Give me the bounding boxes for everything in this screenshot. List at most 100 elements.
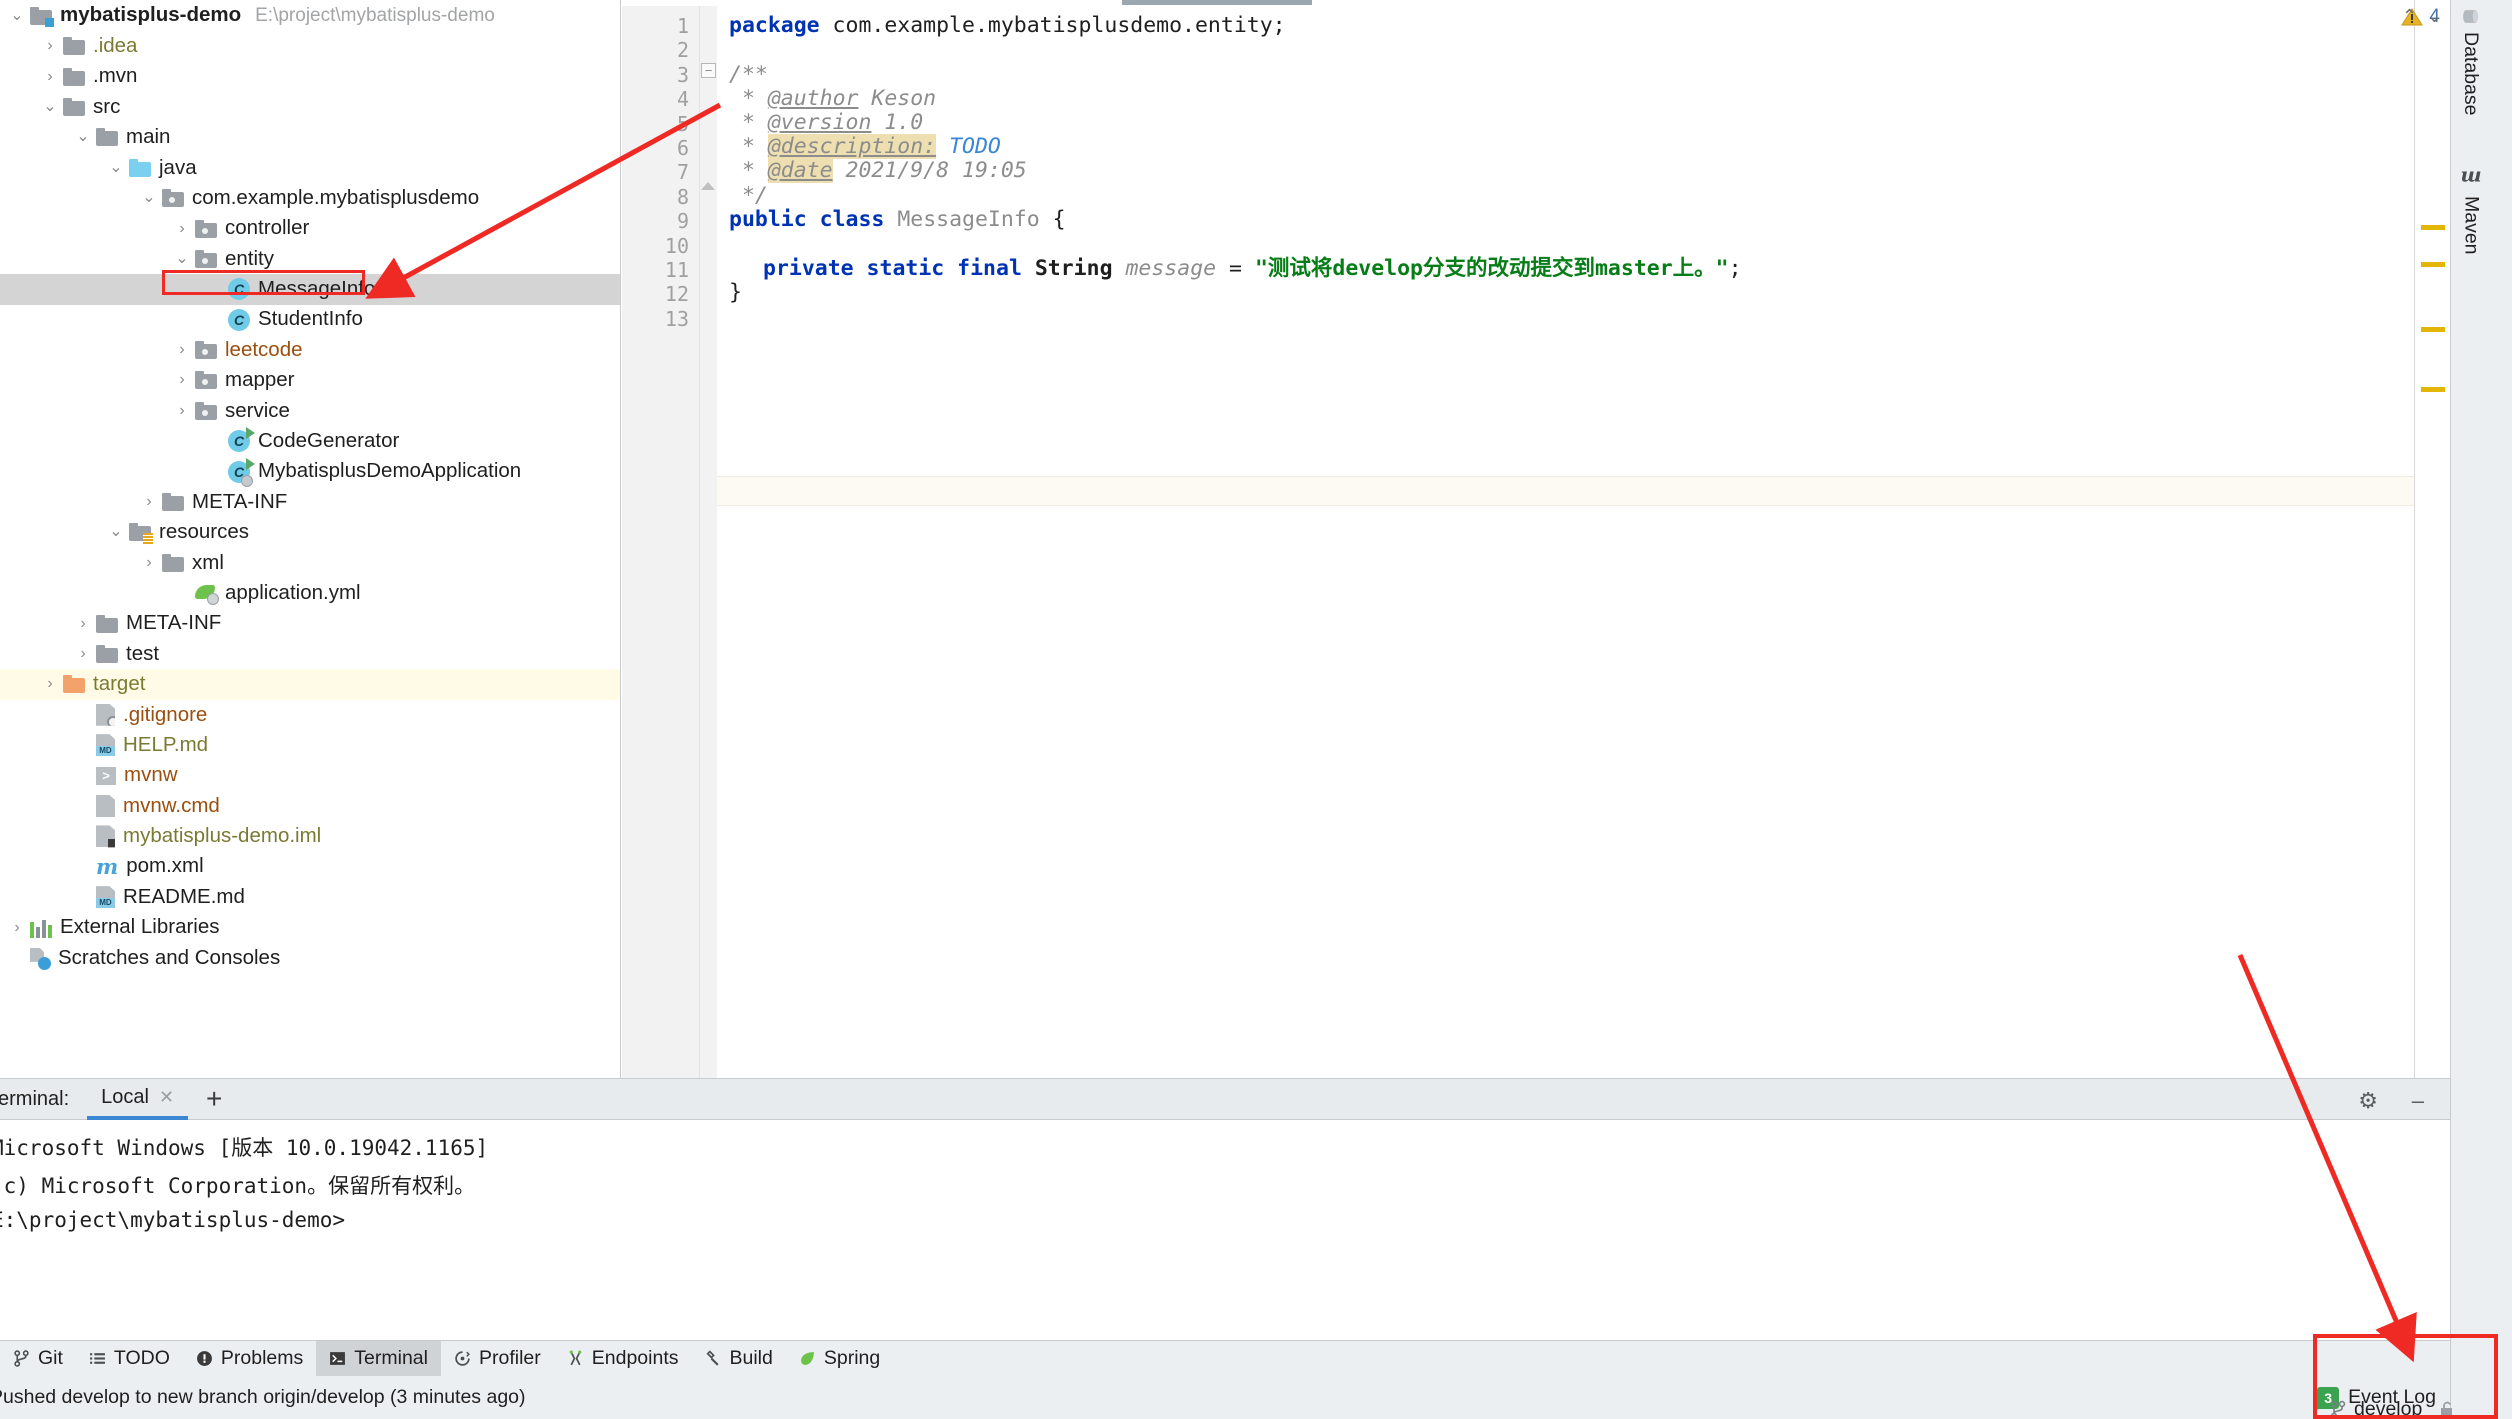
tree-item-application-yml[interactable]: application.yml [0,578,620,608]
editor-fold-column[interactable] [700,6,717,1078]
tool-window-button-problems[interactable]: Problems [183,1341,316,1377]
editor-marker-bar[interactable] [2414,0,2450,1078]
jdoc-star: * [729,110,768,135]
chevron-down-icon[interactable]: ⌄ [2427,6,2442,27]
chevron-down-icon[interactable]: ⌄ [37,98,63,115]
tree-item-test[interactable]: › test [0,639,620,669]
jdoc-star: * [729,158,768,183]
warning-marker[interactable] [2421,387,2445,392]
tree-item-src[interactable]: ⌄ src [0,92,620,122]
tree-item-mybatisplus-demo-iml[interactable]: mybatisplus-demo.iml [0,821,620,851]
spring-leaf-icon [799,1350,816,1367]
tree-item-studentinfo[interactable]: C StudentInfo [0,305,620,335]
tool-window-button-profiler[interactable]: Profiler [441,1341,554,1377]
fold-collapse-icon[interactable]: − [701,63,716,78]
warning-marker[interactable] [2421,225,2445,230]
editor-gutter[interactable]: 1 2 3 4 5 6 7 8 9 10 11 12 13 [622,6,700,1078]
tree-item-scratches-and-consoles[interactable]: Scratches and Consoles [0,943,620,973]
chevron-right-icon[interactable]: › [169,402,195,419]
chevron-down-icon[interactable]: ⌄ [103,159,129,176]
tree-item-label: META-INF [192,489,288,513]
code-text-area[interactable]: package com.example.mybatisplusdemo.enti… [717,6,2414,1078]
tree-item-mvnw[interactable]: > mvnw [0,760,620,790]
tree-item-messageinfo[interactable]: C MessageInfo [0,274,620,305]
gear-icon[interactable]: ⚙ [2358,1088,2378,1114]
chevron-right-icon[interactable]: › [4,919,30,936]
chevron-right-icon[interactable]: › [37,38,63,54]
tree-item-readme-md[interactable]: README.md [0,882,620,912]
tree-item-mvn[interactable]: › .mvn [0,61,620,91]
code-editor[interactable]: 1 2 3 4 5 6 7 8 9 10 11 12 13 package com.example.my… [622,0,2414,1078]
sidebar-tab-database[interactable]: Database [2459,8,2482,115]
chevron-right-icon[interactable]: › [37,676,63,692]
tree-item-com-example-mybatisplusdemo[interactable]: ⌄ com.example.mybatisplusdemo [0,183,620,213]
plus-icon[interactable]: + [206,1085,222,1113]
line-number: 9 [676,209,689,234]
java-class-icon: C [228,308,250,331]
tool-window-button-git[interactable]: Git [0,1341,76,1377]
tool-window-button-build[interactable]: Build [691,1341,785,1377]
tree-item-entity[interactable]: ⌄ entity [0,244,620,274]
chevron-right-icon[interactable]: › [169,372,195,388]
tree-item-codegenerator[interactable]: C CodeGenerator [0,426,620,456]
terminal-tab-local[interactable]: Local ✕ [87,1079,189,1120]
chevron-right-icon[interactable]: › [70,646,96,662]
tree-root-project[interactable]: ⌄ mybatisplus-demo E:\project\mybatisplu… [0,0,620,31]
tree-item-mapper[interactable]: › mapper [0,365,620,395]
tree-item-mvnw-cmd[interactable]: mvnw.cmd [0,791,620,821]
warning-marker[interactable] [2421,262,2445,267]
tree-item-meta-inf[interactable]: › META-INF [0,487,620,517]
tree-item-java[interactable]: ⌄ java [0,153,620,183]
tool-window-button-terminal[interactable]: Terminal [316,1340,441,1377]
tree-item-meta-inf[interactable]: › META-INF [0,608,620,638]
tool-window-button-todo[interactable]: TODO [76,1341,183,1377]
chevron-right-icon[interactable]: › [169,342,195,358]
field-name: message [1125,256,1217,281]
chevron-right-icon[interactable]: › [70,615,96,632]
tree-item-leetcode[interactable]: › leetcode [0,335,620,365]
tree-item-idea[interactable]: › .idea [0,31,620,61]
status-message: Pushed develop to new branch origin/deve… [0,1386,526,1408]
right-tool-sidebar[interactable]: Database m Maven [2450,0,2512,1419]
tree-item-help-md[interactable]: HELP.md [0,730,620,760]
tree-item-service[interactable]: › service [0,396,620,426]
chevron-right-icon[interactable]: › [136,494,162,510]
terminal-tool-window[interactable]: Terminal: Local ✕ + ⚙ – Microsoft Window… [0,1078,2450,1341]
tree-item-gitignore[interactable]: .gitignore [0,700,620,730]
chevron-right-icon[interactable]: › [169,220,195,237]
chevron-down-icon[interactable]: ⌄ [70,129,96,145]
chevron-down-icon[interactable]: ⌄ [4,7,30,24]
project-tree-list[interactable]: › .idea › .mvn ⌄ src ⌄ main ⌄ java ⌄ com.example.my… [0,31,620,973]
package-name: com.example.mybatisplusdemo.entity; [819,13,1286,38]
chevron-down-icon[interactable]: ⌄ [103,524,129,540]
chevron-down-icon[interactable]: ⌄ [136,190,162,206]
unlock-icon[interactable] [2438,1400,2456,1419]
terminal-output[interactable]: Microsoft Windows [版本 10.0.19042.1165] (… [0,1120,2450,1341]
tree-item-mybatisplusdemoapplication[interactable]: C MybatisplusDemoApplication [0,456,620,487]
sidebar-tab-maven[interactable]: m Maven [2459,167,2483,255]
active-editor-tab[interactable] [1122,0,1312,5]
folder-icon [96,614,118,633]
tree-item-pom-xml[interactable]: m pom.xml [0,852,620,882]
chevron-down-icon[interactable]: ⌄ [169,250,195,267]
tree-item-resources[interactable]: ⌄ resources [0,517,620,547]
minimize-icon[interactable]: – [2412,1088,2424,1114]
tree-item-external-libraries[interactable]: › External Libraries [0,912,620,942]
tree-item-controller[interactable]: › controller [0,213,620,243]
chevron-right-icon[interactable]: › [136,554,162,571]
fold-end-marker[interactable] [701,182,715,190]
close-icon[interactable]: ✕ [159,1087,174,1108]
tool-window-bar[interactable]: Git TODO Problems Terminal Profiler Endpoints… [0,1340,2450,1377]
keyword-package: package [729,13,820,38]
warning-marker[interactable] [2421,327,2445,332]
tree-item-main[interactable]: ⌄ main [0,122,620,152]
tree-item-target[interactable]: › target [0,669,620,700]
tree-item-xml[interactable]: › xml [0,548,620,578]
tool-window-button-spring[interactable]: Spring [786,1341,893,1377]
project-tool-window[interactable]: ⌄ mybatisplus-demo E:\project\mybatisplu… [0,0,621,1078]
chevron-right-icon[interactable]: › [37,68,63,85]
code-line-5: * @version 1.0 [729,112,923,134]
chevron-up-icon[interactable]: ⌃ [2402,6,2417,27]
branch-widget[interactable]: develop [2330,1398,2456,1419]
tool-window-button-endpoints[interactable]: Endpoints [554,1341,692,1377]
